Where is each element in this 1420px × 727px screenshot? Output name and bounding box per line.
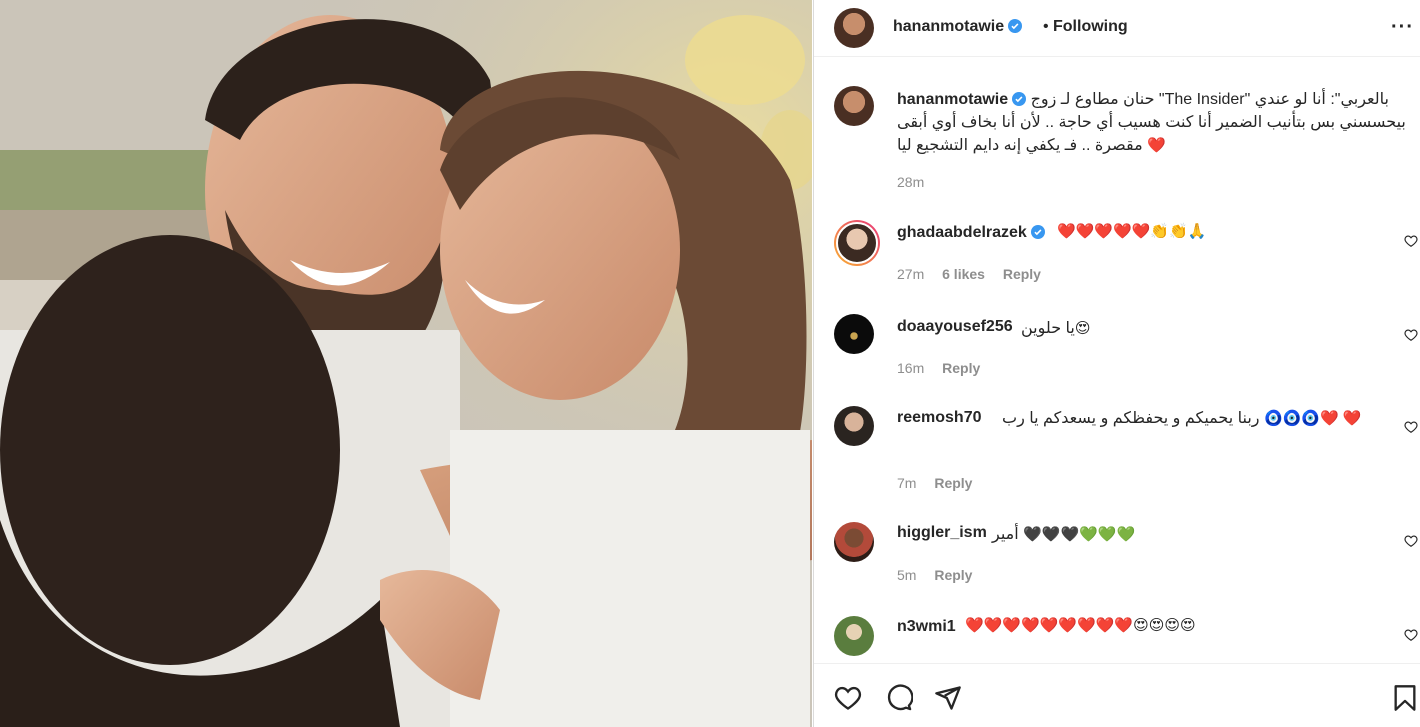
reply-button[interactable]: Reply (1003, 266, 1041, 282)
comment-emoji: 😍 (1074, 320, 1091, 337)
comment-like-icon[interactable] (1404, 420, 1418, 434)
commenter-username[interactable]: n3wmi1 (897, 618, 956, 636)
commenter-username-text[interactable]: ghadaabdelrazek (897, 224, 1027, 241)
reply-button[interactable]: Reply (942, 360, 980, 376)
comment-meta: 27m 6 likes Reply (897, 266, 1055, 282)
comment-time: 27m (897, 266, 925, 282)
comment-meta: 16m Reply (897, 360, 994, 376)
comment-time: 16m (897, 360, 925, 376)
verified-badge-icon (1008, 19, 1023, 33)
post-header: hananmotawie • Following ··· (814, 0, 1420, 57)
commenter-username[interactable]: higgler_ism (897, 524, 987, 542)
reply-button[interactable]: Reply (934, 567, 972, 583)
verified-badge-icon (1030, 225, 1045, 239)
comment-row: ghadaabdelrazek ❤️❤️❤️❤️❤️👏👏🙏 27m 6 like… (814, 216, 1420, 296)
caption-username-text[interactable]: hananmotawie (897, 91, 1008, 108)
heart-icon[interactable] (834, 684, 862, 712)
caption-body: hananmotawie بالعربي": أنا لو عندي "The … (897, 88, 1407, 157)
reply-button[interactable]: Reply (934, 475, 972, 491)
comment-icon[interactable] (885, 684, 913, 712)
comment-row: doaayousef256 يا حلوين😍 16m Reply (814, 310, 1420, 390)
commenter-avatar[interactable] (834, 406, 874, 446)
author-username-text[interactable]: hananmotawie (893, 18, 1004, 35)
post-side-panel: hananmotawie • Following ··· hananmotawi… (813, 0, 1420, 727)
comment-text: يا حلوين😍 (1021, 317, 1091, 340)
comment-meta: 7m Reply (897, 475, 986, 491)
comment-emoji: 🖤🖤🖤💚💚💚 (1023, 526, 1136, 543)
comment-like-icon[interactable] (1404, 628, 1418, 642)
caption-avatar[interactable] (834, 86, 874, 126)
author-avatar[interactable] (834, 8, 874, 48)
separator-dot: • (1043, 18, 1049, 35)
commenter-avatar[interactable] (834, 220, 880, 266)
commenter-avatar[interactable] (834, 616, 874, 656)
commenter-username[interactable]: ghadaabdelrazek (897, 224, 1045, 242)
caption-row: hananmotawie بالعربي": أنا لو عندي "The … (814, 66, 1420, 196)
comment-row: n3wmi1 ❤️❤️❤️❤️❤️❤️❤️❤️❤️😍😍😍😍 (814, 612, 1420, 662)
comment-meta: 5m Reply (897, 567, 986, 583)
comment-time: 5m (897, 567, 917, 583)
comments-list[interactable]: hananmotawie بالعربي": أنا لو عندي "The … (814, 66, 1420, 662)
verified-badge-icon (1012, 92, 1027, 106)
comment-like-icon[interactable] (1404, 234, 1418, 248)
post-photo-illustration (0, 0, 812, 727)
more-options-icon[interactable]: ··· (1391, 16, 1414, 39)
comment-like-icon[interactable] (1404, 328, 1418, 342)
comment-text: ❤️❤️❤️❤️❤️❤️❤️❤️❤️😍😍😍😍 (965, 617, 1196, 634)
comment-emoji: 🧿🧿🧿❤️ ❤️ (1263, 410, 1362, 427)
comment-text-arabic: أمير (992, 526, 1019, 543)
comment-text: ❤️❤️❤️❤️❤️👏👏🙏 (1057, 223, 1207, 240)
caption-heart-emoji: ❤️ (1147, 137, 1166, 154)
comment-text-arabic: يا حلوين (1021, 320, 1075, 337)
comment-like-icon[interactable] (1404, 534, 1418, 548)
caption-username[interactable]: hananmotawie (897, 91, 1027, 108)
commenter-avatar[interactable] (834, 314, 874, 354)
post-actions-bar (814, 663, 1420, 727)
comment-row: higgler_ism أمير 🖤🖤🖤💚💚💚 5m Reply (814, 518, 1420, 598)
bookmark-icon[interactable] (1391, 684, 1419, 712)
author-username[interactable]: hananmotawie (893, 18, 1023, 36)
post-photo[interactable] (0, 0, 812, 727)
paper-plane-icon[interactable] (934, 684, 962, 712)
comment-text: ربنا يحميكم و يحفظكم و يسعدكم يا رب 🧿🧿🧿❤… (897, 407, 1377, 430)
caption-time: 28m (897, 174, 925, 190)
following-button[interactable]: Following (1053, 18, 1128, 36)
comment-time: 7m (897, 475, 917, 491)
comment-row: reemosh70 ربنا يحميكم و يحفظكم و يسعدكم … (814, 402, 1420, 502)
commenter-avatar[interactable] (834, 522, 874, 562)
commenter-username[interactable]: doaayousef256 (897, 318, 1013, 336)
comment-likes[interactable]: 6 likes (942, 266, 985, 282)
comment-text: أمير 🖤🖤🖤💚💚💚 (992, 523, 1135, 546)
comment-text-arabic: ربنا يحميكم و يحفظكم و يسعدكم يا رب (1002, 410, 1260, 427)
